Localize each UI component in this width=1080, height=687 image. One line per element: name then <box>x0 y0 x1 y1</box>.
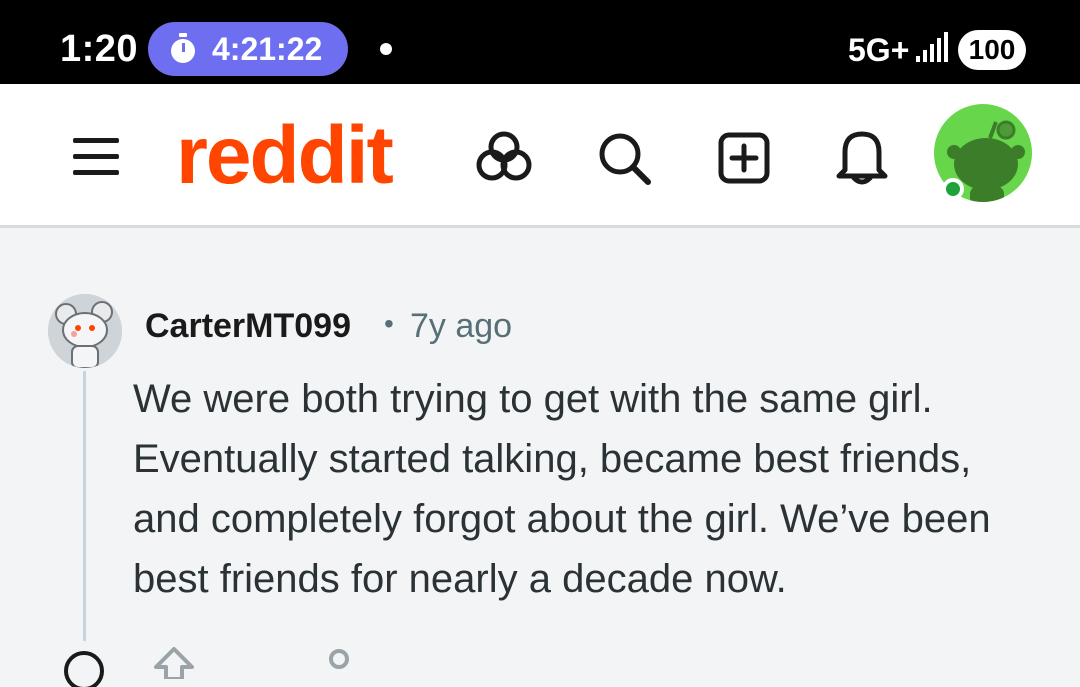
communities-button[interactable] <box>472 126 536 186</box>
thread-line[interactable] <box>83 371 86 641</box>
timer-text: 4:21:22 <box>212 30 323 67</box>
comment: CarterMT099 • 7y ago We were both trying… <box>0 231 1080 687</box>
comment-username[interactable]: CarterMT099 <box>145 307 351 346</box>
notifications-button[interactable] <box>830 126 894 188</box>
collapse-icon[interactable] <box>62 647 106 687</box>
timer-pill[interactable]: 4:21:22 <box>148 22 348 76</box>
stopwatch-icon <box>171 33 195 63</box>
signal-icon <box>916 32 948 62</box>
reddit-logo[interactable]: reddit <box>176 106 394 206</box>
commenter-avatar[interactable] <box>48 294 122 368</box>
comment-body: We were both trying to get with the same… <box>133 377 991 601</box>
notification-dot <box>380 43 392 55</box>
status-bar: 1:20 4:21:22 5G+ 100 <box>0 0 1080 84</box>
meta-separator: • <box>384 308 394 339</box>
comment-timestamp: 7y ago <box>410 307 513 345</box>
share-icon[interactable] <box>324 647 354 679</box>
menu-button[interactable] <box>64 128 128 184</box>
create-post-button[interactable] <box>712 128 776 188</box>
status-time: 1:20 <box>60 28 139 70</box>
comment-actions <box>60 639 460 687</box>
network-type: 5G+ <box>848 32 910 68</box>
notifications-icon <box>836 131 888 185</box>
battery-level: 100 <box>958 30 1026 70</box>
menu-icon <box>73 138 119 175</box>
app-header: reddit <box>0 84 1080 228</box>
snoo-avatar-icon <box>48 294 122 368</box>
online-status-dot <box>942 178 964 200</box>
user-avatar-button[interactable] <box>934 104 1034 204</box>
communities-icon <box>476 131 532 181</box>
search-button[interactable] <box>592 126 656 190</box>
create-post-icon <box>718 132 770 184</box>
search-icon <box>599 133 651 185</box>
upvote-icon[interactable] <box>152 645 196 679</box>
